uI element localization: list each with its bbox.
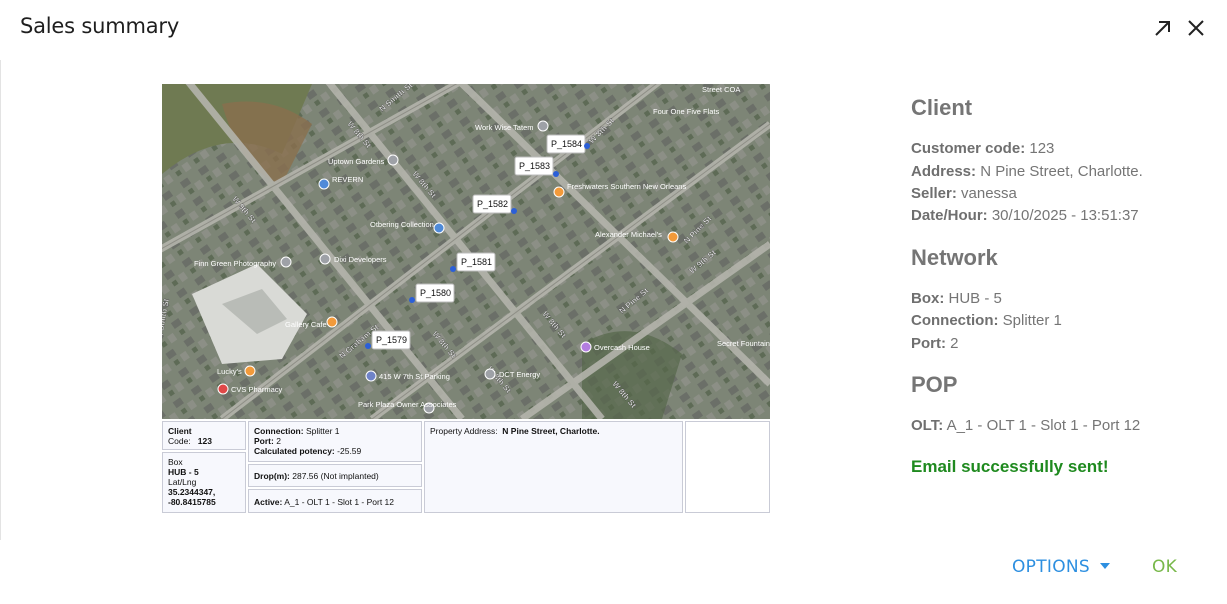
place-label: CVS Pharmacy [231,385,283,394]
options-label: OPTIONS [1012,557,1091,577]
status-message: Email successfully sent! [911,457,1109,476]
place-label: Alexander Michael's [595,230,662,239]
seller-row: Seller: vanessa [911,185,1017,202]
place-label: Gallery Cafe [285,320,327,329]
summary-card: W 8th St N Smith St W 8th St W 9th St W … [156,78,775,518]
active-cell: Active: A_1 - OLT 1 - Slot 1 - Port 12 [248,489,422,513]
client-cell: Client Code: 123 [162,421,246,450]
place-label: Park Plaza Owner Associates [358,400,457,409]
options-button[interactable]: OPTIONS [1012,557,1111,577]
pole-marker: P_1581 [461,257,492,267]
place-label: Overcash House [594,343,650,352]
place-label: 415 W 7th St Parking [379,372,450,381]
port-row: Port: 2 [911,335,959,352]
arrow-up-right-icon[interactable] [1151,16,1175,40]
address-row: Address: N Pine Street, Charlotte. [911,163,1143,180]
pole-marker: P_1582 [477,199,508,209]
pole-marker: P_1579 [376,335,407,345]
connection-row: Connection: Splitter 1 [911,312,1062,329]
place-label: Otbering Collection [370,220,434,229]
ok-button[interactable]: OK [1152,557,1177,577]
date-row: Date/Hour: 30/10/2025 - 13:51:37 [911,207,1139,224]
satellite-map[interactable]: W 8th St N Smith St W 8th St W 9th St W … [162,84,770,419]
pole-marker: P_1583 [519,161,550,171]
place-label: Secret Fountain [717,339,770,348]
olt-row: OLT: A_1 - OLT 1 - Slot 1 - Port 12 [911,417,1141,434]
summary-info-grid: Client Code: 123 Box HUB - 5 Lat/Lng 35.… [162,421,770,514]
client-heading: Client [911,95,973,120]
place-label: Uptown Gardens [328,157,385,166]
place-label: Freshwaters Southern New Orleans [567,182,686,191]
connection-cell: Connection: Splitter 1 Port: 2 Calculate… [248,421,422,462]
drop-cell: Drop(m): 287.56 (Not implanted) [248,464,422,487]
address-cell: Property Address: N Pine Street, Charlot… [424,421,683,513]
pop-heading: POP [911,372,958,397]
pole-marker: P_1580 [420,288,451,298]
place-label: DCT Energy [499,370,540,379]
place-label: Dixi Developers [334,255,387,264]
divider [0,60,1,540]
network-heading: Network [911,245,998,270]
place-label: Work Wise Tatem [475,123,533,132]
close-icon[interactable] [1184,16,1208,40]
place-label: Finn Green Photography [194,259,276,268]
empty-cell [685,421,770,513]
caret-down-icon [1100,563,1111,569]
sales-summary-dialog: Sales summary W 8th St N Smith St W 8th … [0,0,1227,604]
box-cell: Box HUB - 5 Lat/Lng 35.2344347, -80.8415… [162,452,246,513]
place-label: Street COA [702,85,740,94]
place-label: REVERN [332,175,363,184]
place-label: Lucky's [217,367,242,376]
box-row: Box: HUB - 5 [911,290,1002,307]
dialog-title: Sales summary [20,14,180,38]
place-label: Four One Five Flats [653,107,720,116]
pole-marker: P_1584 [551,139,582,149]
customer-code-row: Customer code: 123 [911,140,1055,157]
